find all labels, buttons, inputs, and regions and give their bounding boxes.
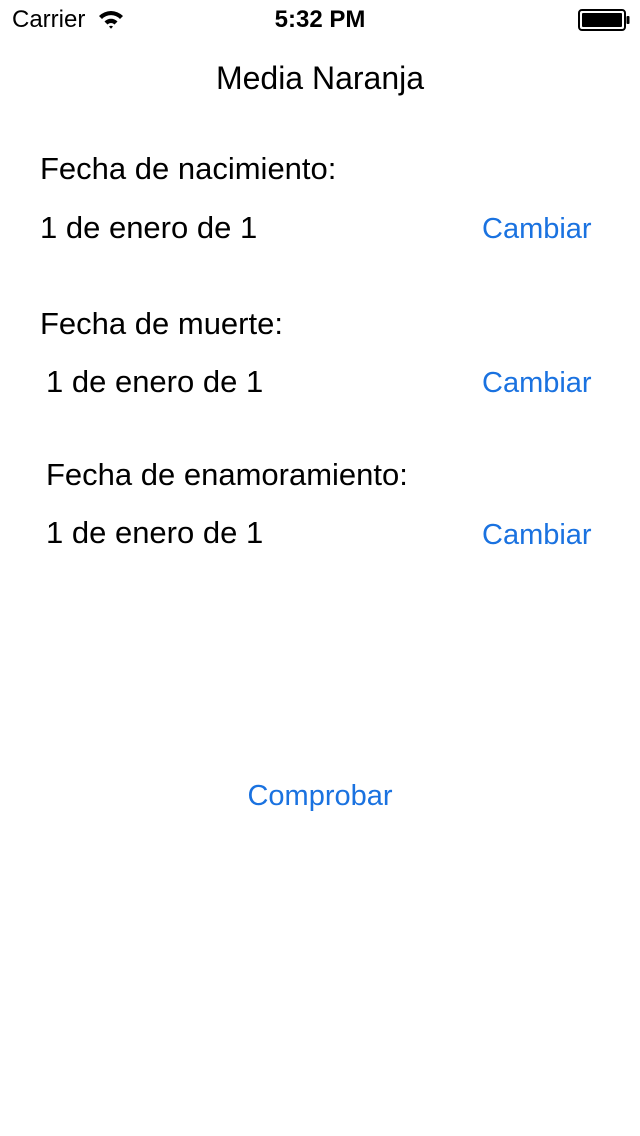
birth-date-value: 1 de enero de 1 — [40, 210, 258, 245]
love-date-label: Fecha de enamoramiento: — [46, 457, 408, 492]
check-button[interactable]: Comprobar — [0, 778, 640, 814]
change-birth-date-button[interactable]: Cambiar — [482, 211, 592, 247]
page-title: Media Naranja — [215, 60, 425, 96]
love-date-value: 1 de enero de 1 — [46, 515, 264, 550]
status-bar: Carrier 5:32 PM — [0, 0, 640, 40]
battery-full-icon — [578, 9, 630, 31]
death-date-label: Fecha de muerte: — [40, 306, 283, 341]
change-death-date-button[interactable]: Cambiar — [482, 365, 592, 401]
change-love-date-button[interactable]: Cambiar — [482, 517, 592, 553]
status-time: 5:32 PM — [274, 6, 366, 33]
death-date-value: 1 de enero de 1 — [46, 364, 264, 399]
birth-date-label: Fecha de nacimiento: — [40, 151, 337, 186]
